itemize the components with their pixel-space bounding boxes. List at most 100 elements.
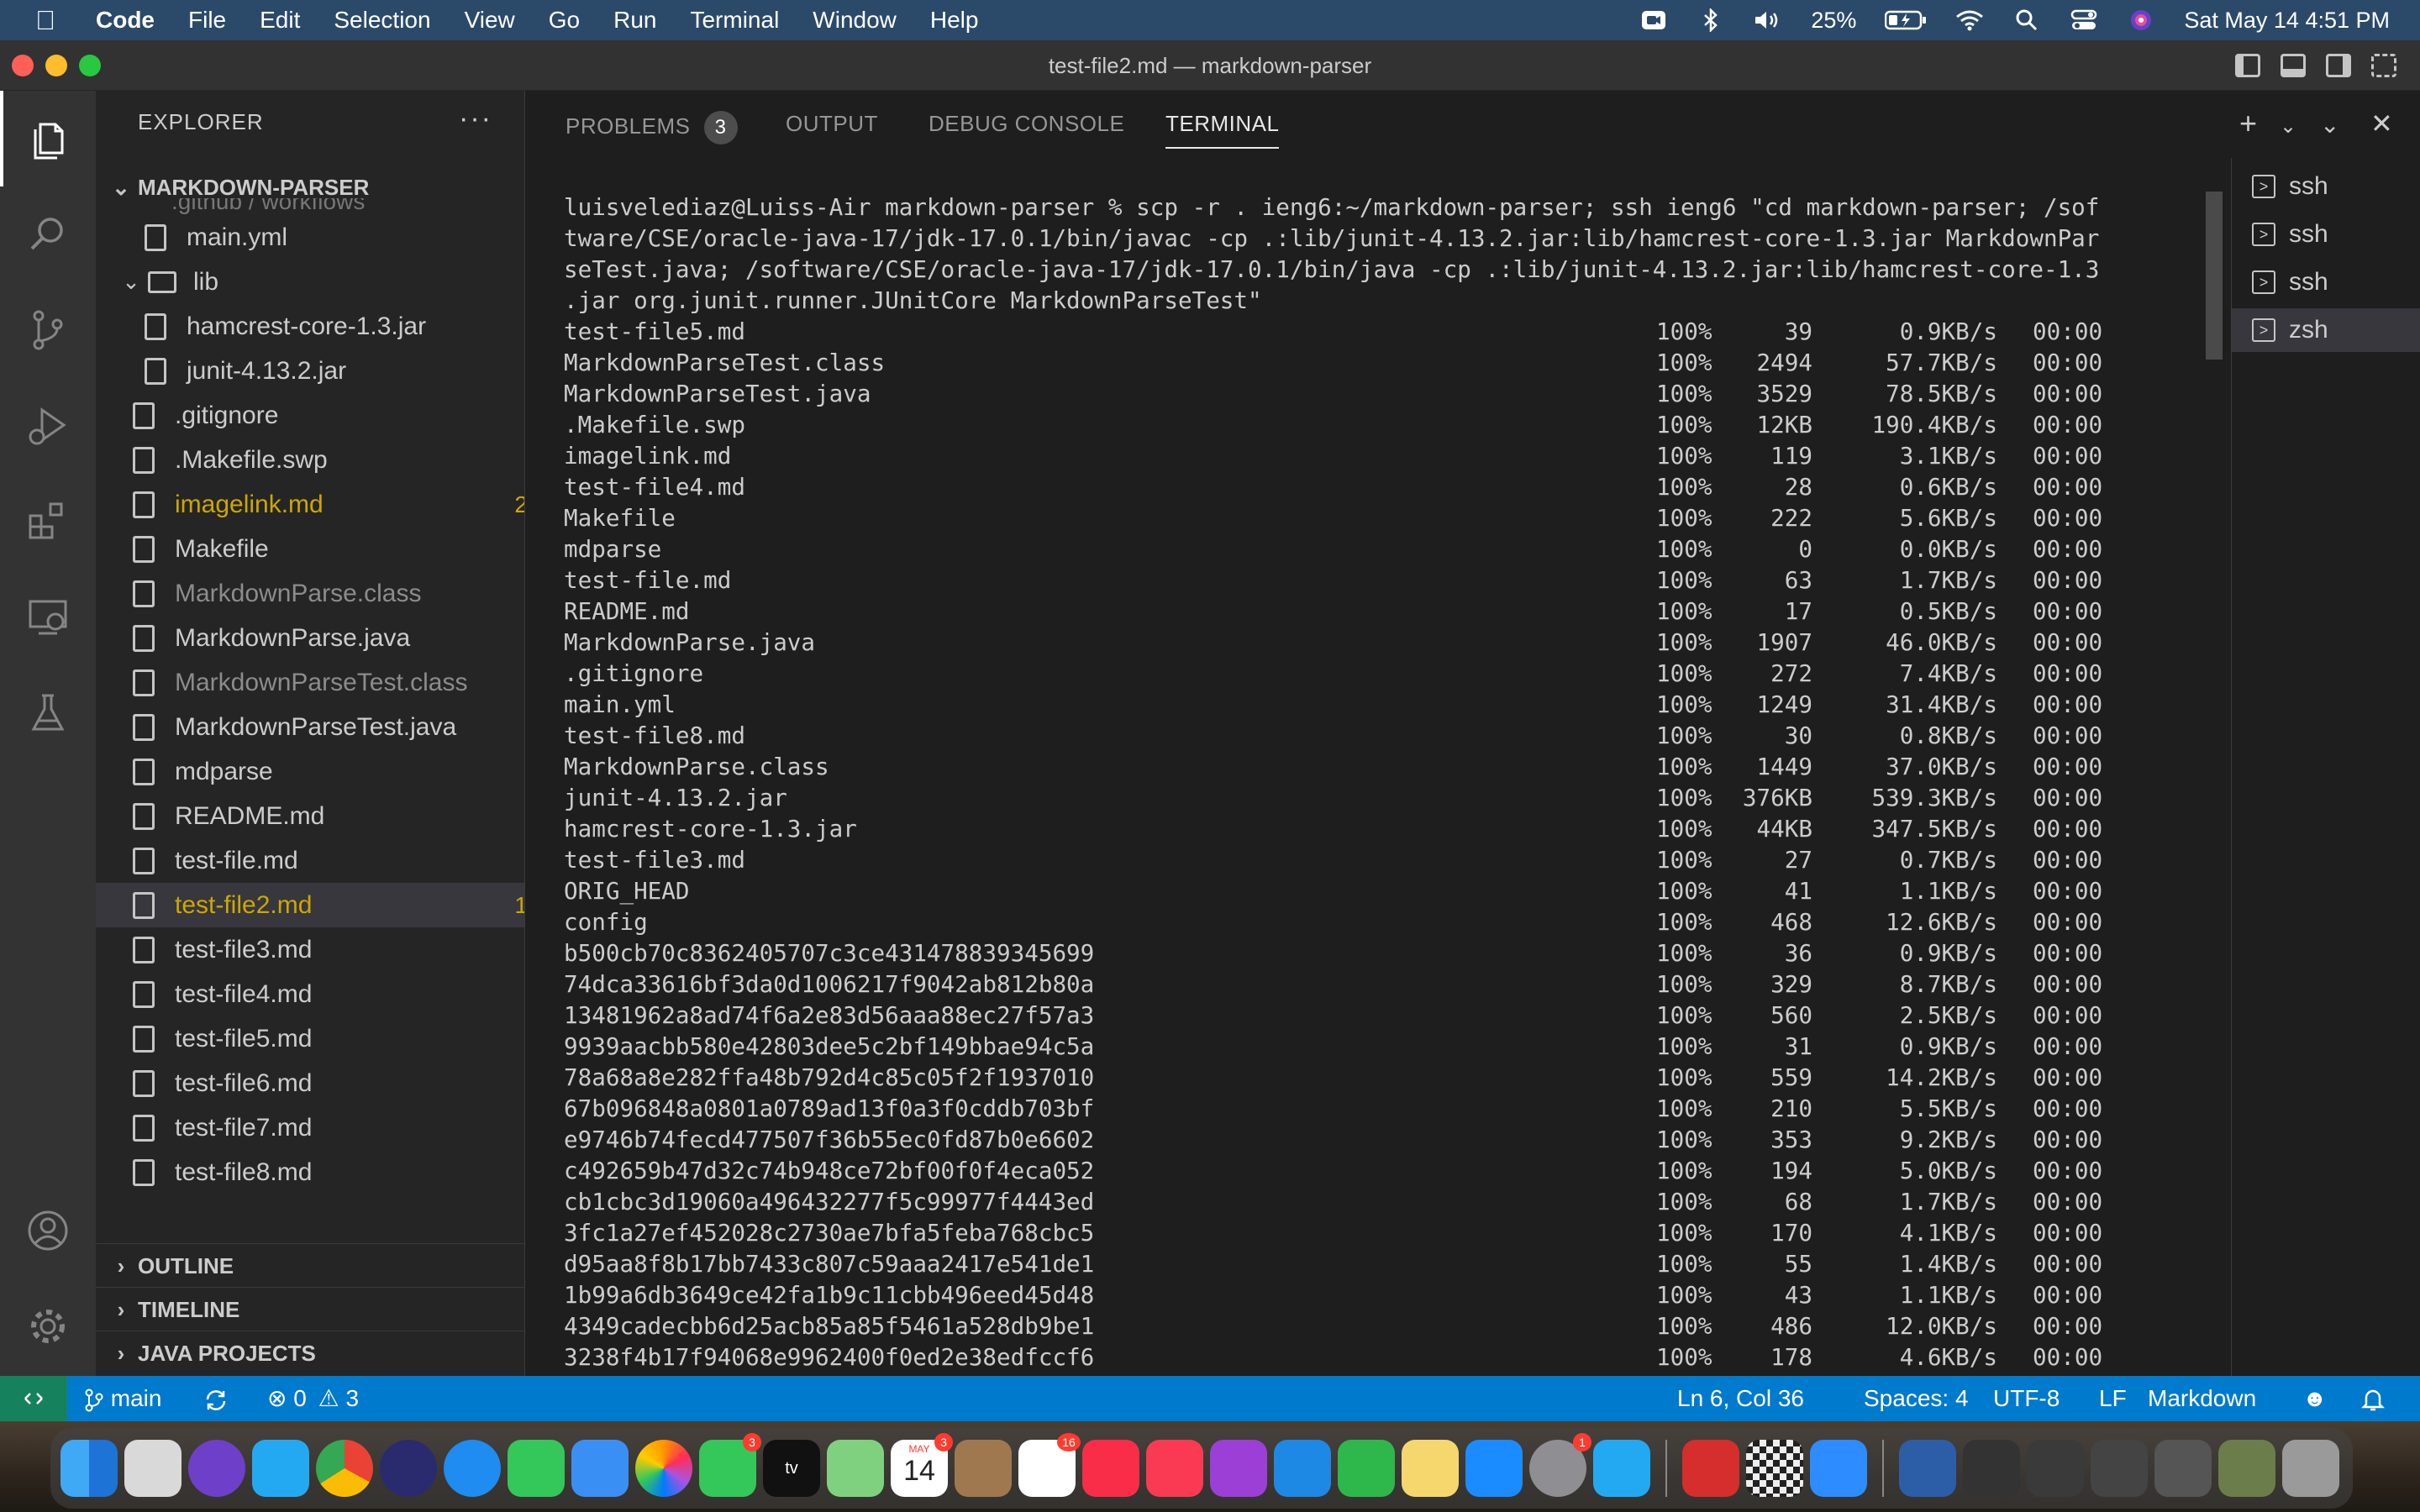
file-item[interactable]: hamcrest-core-1.3.jar [96,304,573,349]
keynote-icon[interactable] [1274,1440,1331,1497]
menu-selection[interactable]: Selection [334,7,430,34]
podcasts-icon[interactable] [1210,1440,1267,1497]
menu-terminal[interactable]: Terminal [690,7,779,34]
chrome-icon[interactable] [316,1440,373,1497]
zoom-app-icon[interactable] [1810,1440,1867,1497]
java-projects-section[interactable]: › JAVA PROJECTS [96,1331,524,1375]
file-item[interactable]: test-file8.md [96,1150,561,1194]
spotlight-search-icon[interactable] [2012,9,2041,31]
numbers-icon[interactable] [1338,1440,1395,1497]
safari-icon[interactable] [444,1440,501,1497]
photos-icon[interactable] [635,1440,692,1497]
system-preferences-icon[interactable]: 1 [1529,1433,1591,1497]
window-thumbnail-icon[interactable] [1963,1440,2020,1497]
file-item[interactable]: test-file3.md [96,927,561,972]
vscode-icon[interactable] [252,1440,309,1497]
microsoft-powerpoint-icon[interactable] [1682,1440,1739,1497]
file-item[interactable]: test-file6.md [96,1061,561,1105]
source-control-activity[interactable] [0,282,96,378]
music-icon[interactable] [1082,1440,1139,1497]
new-terminal-icon[interactable]: + [2239,106,2257,141]
outline-section[interactable]: › OUTLINE [96,1243,524,1288]
menu-edit[interactable]: Edit [260,7,300,34]
run-debug-activity[interactable] [0,378,96,474]
calendar-icon[interactable]: MAY 14 3 [891,1433,953,1497]
file-item[interactable]: MarkdownParse.java [96,616,561,660]
tab-terminal[interactable]: TERMINAL [1165,111,1280,149]
window-thumbnail-icon[interactable] [2027,1440,2084,1497]
siri-icon[interactable] [2127,9,2155,31]
apple-tv-icon[interactable]: tv [763,1440,820,1497]
window-thumbnail-icon[interactable] [2154,1440,2212,1497]
problems-indicator[interactable]: ⊗ 0 ⚠ 3 [267,1376,359,1421]
file-item[interactable]: mdparse [96,749,561,794]
tab-output[interactable]: OUTPUT [786,111,878,137]
language-mode[interactable]: Markdown [2148,1376,2256,1421]
notes-icon[interactable] [1402,1440,1459,1497]
apple-icon[interactable]:  [29,5,62,36]
extensions-activity[interactable] [0,474,96,570]
sync-button[interactable] [203,1376,229,1421]
menu-window[interactable]: Window [813,7,897,34]
close-panel-icon[interactable]: ✕ [2370,108,2393,139]
trash-icon[interactable] [2282,1440,2339,1497]
menu-go[interactable]: Go [549,7,580,34]
volume-icon[interactable] [1754,9,1782,31]
facetime-icon[interactable]: 3 [699,1433,761,1497]
reminders-icon[interactable]: 16 [1018,1433,1081,1497]
terminal-profile-chevron-icon[interactable]: ⌄ [2280,114,2296,139]
menu-help[interactable]: Help [930,7,979,34]
chess-icon[interactable] [1746,1440,1803,1497]
menu-view[interactable]: View [465,7,515,34]
window-thumbnail-icon[interactable] [2218,1440,2275,1497]
file-item[interactable]: MarkdownParseTest.java [96,705,561,749]
file-item[interactable]: test-file7.md [96,1105,561,1150]
branch-indicator[interactable]: main [84,1376,161,1421]
terminal-session-item[interactable]: > ssh [2232,165,2420,208]
terminal-output[interactable]: luisvelediaz@Luiss-Air markdown-parser %… [564,192,2186,1376]
wifi-icon[interactable] [1955,9,1984,31]
mail-icon[interactable] [571,1440,629,1497]
cursor-position[interactable]: Ln 6, Col 36 [1677,1376,1804,1421]
customize-layout-icon[interactable] [2371,54,2396,77]
notifications-bell-icon[interactable] [2360,1376,2386,1421]
contacts-icon[interactable] [955,1440,1012,1497]
news-icon[interactable] [1146,1440,1203,1497]
terminal-session-item[interactable]: > ssh [2232,213,2420,256]
remote-explorer-activity[interactable] [0,570,96,665]
timeline-section[interactable]: › TIMELINE [96,1287,524,1331]
remote-indicator[interactable] [0,1376,67,1421]
toggle-secondary-sidebar-icon[interactable] [2326,54,2351,77]
toggle-panel-icon[interactable] [2281,54,2306,77]
maximize-panel-icon[interactable]: ⌄ [2320,111,2339,139]
file-item[interactable]: MarkdownParseTest.class [96,660,561,705]
vscode-running-icon[interactable] [1593,1440,1650,1497]
file-item[interactable]: MarkdownParse.class [96,571,561,616]
messages-icon[interactable] [508,1440,565,1497]
control-center-icon[interactable] [2070,9,2098,31]
menu-app-name[interactable]: Code [96,7,155,34]
eol-setting[interactable]: LF [2099,1376,2127,1421]
window-thumbnail-icon[interactable] [2091,1440,2148,1497]
window-thumbnail-icon[interactable] [1899,1440,1956,1497]
finder-icon[interactable] [60,1440,118,1497]
manage-activity[interactable] [0,1278,96,1374]
file-item[interactable]: test-file5.md [96,1016,561,1061]
menubar-clock[interactable]: Sat May 14 4:51 PM [2184,8,2390,34]
tab-problems[interactable]: PROBLEMS 3 [566,111,738,144]
file-item[interactable]: imagelink.md 2 [96,482,561,527]
explorer-more-actions-button[interactable]: ··· [459,102,492,135]
file-item[interactable]: test-file.md [96,838,561,883]
file-item[interactable]: .gitignore [96,393,561,438]
toggle-primary-sidebar-icon[interactable] [2235,54,2260,77]
feedback-icon[interactable]: ☻ [2302,1376,2327,1421]
file-item[interactable]: test-file4.md [96,972,561,1016]
menu-run[interactable]: Run [613,7,656,34]
github-desktop-icon[interactable] [188,1440,245,1497]
bluetooth-icon[interactable] [1697,8,1725,32]
file-item[interactable]: README.md [96,794,561,838]
app-store-icon[interactable] [1465,1440,1523,1497]
terminal-session-item[interactable]: > zsh [2232,308,2420,352]
file-item[interactable]: .Makefile.swp [96,438,561,482]
launchpad-icon[interactable] [124,1440,182,1497]
